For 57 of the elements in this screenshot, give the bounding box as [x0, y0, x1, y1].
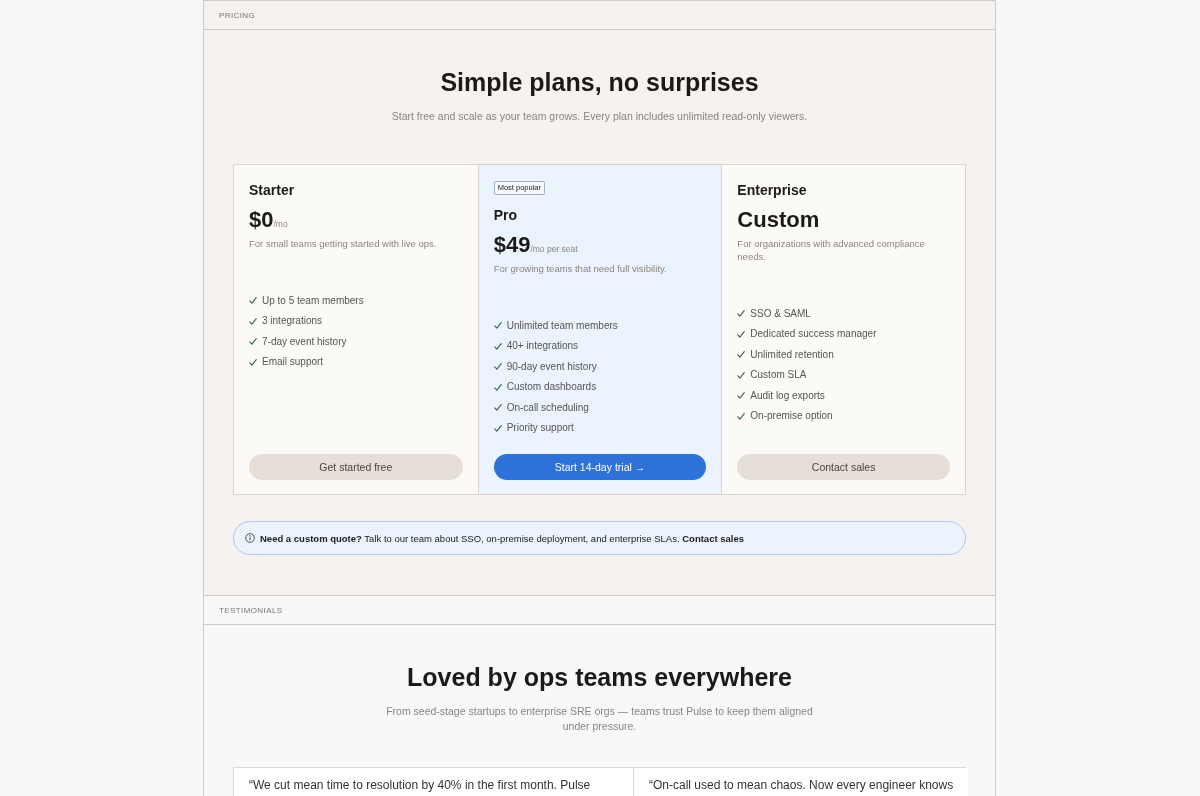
- feature-text: Audit log exports: [750, 388, 825, 403]
- price-period: /mo: [273, 219, 288, 229]
- testimonial-quote: “We cut mean time to resolution by 40% in the first month. Pulse: [249, 778, 592, 793]
- info-icon: [245, 533, 255, 543]
- feature-text: Custom dashboards: [506, 380, 597, 394]
- check-icon: [493, 322, 502, 329]
- check-icon: [737, 371, 746, 379]
- section-subtitle: Start free and scale as your team grows. Every plan includes unlimited read-only viewers.: [390, 109, 809, 124]
- check-icon: [249, 358, 257, 366]
- plan-price: $49: [493, 232, 531, 258]
- price-period: /mo per seat: [530, 244, 578, 254]
- plan-description: For organizations with advanced compliance needs.: [737, 236, 926, 263]
- feature-text: Priority support: [506, 421, 574, 435]
- check-icon: [737, 412, 746, 420]
- callout-text: Need a custom quote? Talk to our team about SSO, on-premise deployment, and enterprise SLAs. Contact sales: [260, 531, 744, 545]
- section-label: TESTIMONIALS: [219, 605, 283, 615]
- feature-text: Up to 5 team members: [262, 293, 364, 308]
- plan-name: Enterprise: [737, 181, 808, 199]
- check-icon: [737, 330, 746, 338]
- plan-description: For small teams getting started with live ops.: [249, 236, 438, 250]
- feature-text: 90-day event history: [506, 359, 597, 374]
- plan-button[interactable]: Contact sales: [737, 454, 950, 480]
- feature-text: Unlimited team members: [506, 318, 618, 333]
- check-icon: [249, 317, 257, 325]
- plan-price: Custom: [737, 207, 820, 233]
- plan-name: Pro: [493, 206, 518, 224]
- plan-button[interactable]: Start 14-day trial →: [493, 454, 707, 480]
- feature-text: 7-day event history: [262, 334, 347, 349]
- check-icon: [493, 383, 502, 391]
- feature-text: 40+ integrations: [506, 339, 579, 353]
- feature-text: On-call scheduling: [506, 400, 589, 415]
- feature-text: On-premise option: [750, 409, 833, 423]
- check-icon: [493, 424, 502, 432]
- check-icon: [737, 310, 746, 317]
- testimonial-quote: “On-call used to mean chaos. Now every engineer knows: [649, 778, 954, 793]
- check-icon: [249, 338, 257, 345]
- check-icon: [737, 351, 746, 358]
- plan-price: $0: [249, 207, 274, 233]
- contact-sales-link[interactable]: Contact sales: [682, 532, 744, 544]
- feature-text: Dedicated success manager: [750, 327, 877, 341]
- section-title: Simple plans, no surprises: [439, 67, 760, 97]
- plan-button[interactable]: Get started free: [249, 454, 463, 480]
- check-icon: [737, 392, 746, 399]
- feature-text: Custom SLA: [750, 368, 807, 382]
- feature-text: SSO & SAML: [750, 306, 811, 321]
- check-icon: [493, 342, 502, 350]
- feature-text: Email support: [262, 355, 324, 369]
- plan-description: For growing teams that need full visibility.: [493, 261, 668, 275]
- plan-name: Starter: [249, 181, 296, 199]
- check-icon: [493, 404, 502, 411]
- check-icon: [493, 363, 502, 370]
- check-icon: [249, 297, 257, 304]
- section-title: Loved by ops teams everywhere: [406, 662, 793, 692]
- feature-text: 3 integrations: [262, 314, 323, 328]
- section-label: PRICING: [219, 10, 256, 20]
- feature-text: Unlimited retention: [750, 347, 834, 362]
- section-subtitle: From seed-stage startups to enterprise SRE orgs — teams trust Pulse to keep them aligned under pressure.: [385, 704, 814, 734]
